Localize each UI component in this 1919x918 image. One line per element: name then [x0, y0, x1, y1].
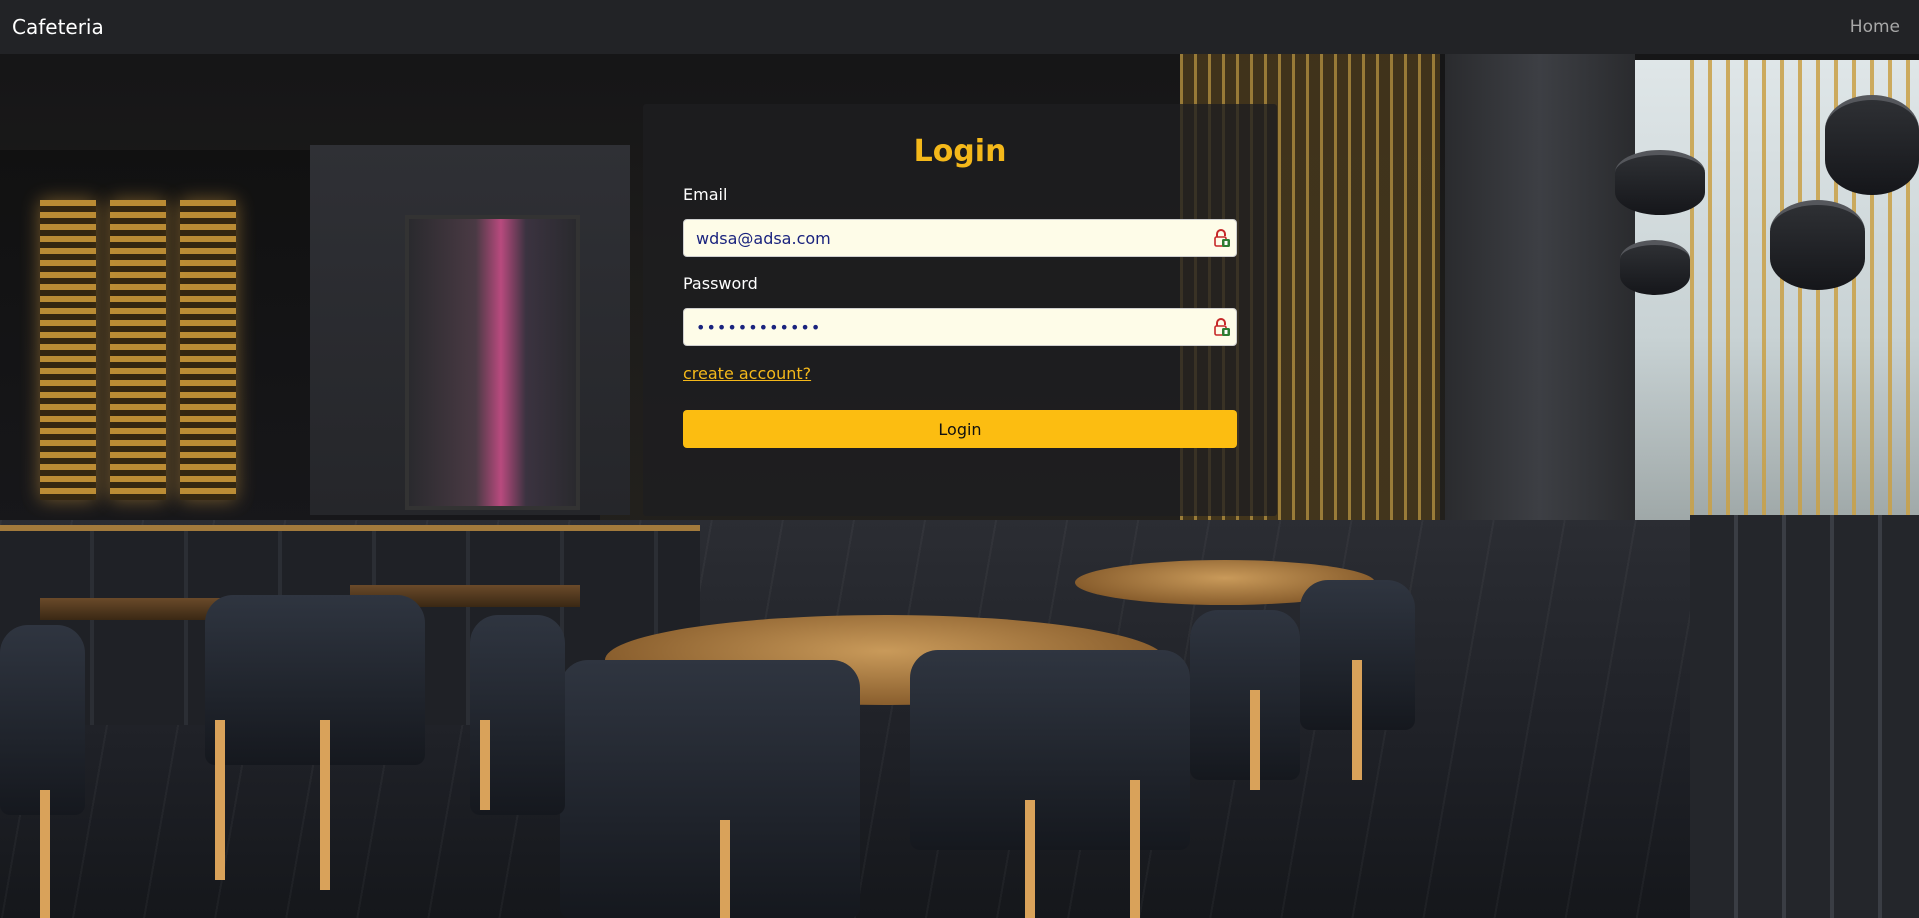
hanging-pot: [1620, 240, 1690, 295]
wine-case: [110, 200, 166, 500]
chair: [1190, 610, 1300, 780]
login-title: Login: [913, 134, 1007, 169]
hanging-pot: [1615, 150, 1705, 215]
chair-leg: [320, 720, 330, 890]
glass-wine-door: [405, 215, 580, 510]
wine-case: [40, 200, 96, 500]
chair-leg: [40, 790, 50, 918]
chair-leg: [1352, 660, 1362, 780]
password-label: Password: [683, 274, 758, 293]
hanging-pot: [1825, 95, 1919, 195]
chair-leg: [1130, 780, 1140, 918]
chair: [0, 625, 85, 815]
chair-leg: [215, 720, 225, 880]
email-field-wrapper: [683, 219, 1237, 257]
chair: [910, 650, 1190, 850]
login-button[interactable]: Login: [683, 410, 1237, 448]
password-manager-lock-icon[interactable]: [1213, 228, 1231, 248]
navbar: Cafeteria Home: [0, 0, 1919, 54]
booth-right: [1690, 515, 1919, 918]
password-field-wrapper: [683, 308, 1237, 346]
chair: [205, 595, 425, 765]
chair-leg: [1025, 800, 1035, 918]
wine-case: [180, 200, 236, 500]
create-account-link[interactable]: create account?: [683, 364, 811, 383]
password-field[interactable]: [683, 308, 1237, 346]
password-manager-lock-icon[interactable]: [1213, 317, 1231, 337]
chair: [560, 660, 860, 918]
chair-leg: [720, 820, 730, 918]
email-field[interactable]: [683, 219, 1237, 257]
chair-leg: [480, 720, 490, 810]
brand-link[interactable]: Cafeteria: [12, 15, 104, 39]
chair-leg: [1250, 690, 1260, 790]
hanging-pot: [1770, 200, 1865, 290]
email-label: Email: [683, 185, 728, 204]
login-card: Login Email Password create account? Log…: [643, 104, 1277, 516]
nav-home-link[interactable]: Home: [1850, 17, 1900, 37]
